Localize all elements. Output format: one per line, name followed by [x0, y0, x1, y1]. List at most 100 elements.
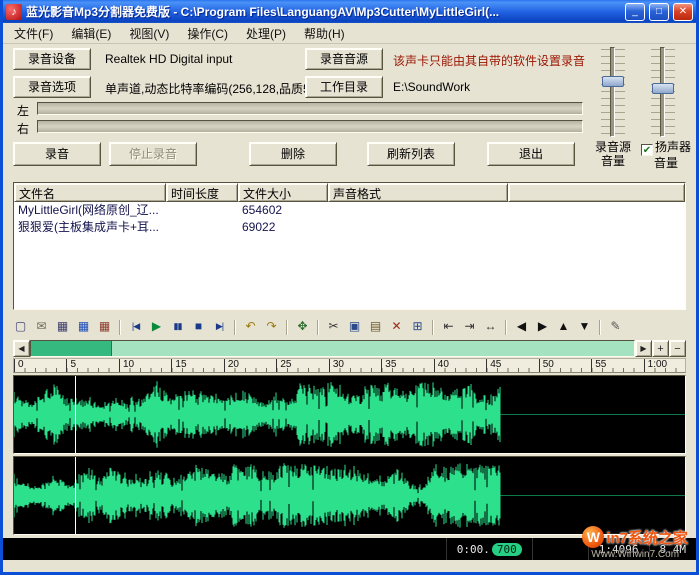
seek-end-icon[interactable]: ▶| [210, 318, 229, 336]
toolbar-separator [234, 320, 236, 335]
menu-item-edit[interactable]: 编辑(E) [62, 23, 120, 44]
title-bar[interactable]: ♪ 蓝光影音Mp3分割器免费版 - C:\Program Files\Langu… [3, 0, 696, 23]
cell-size: 69022 [238, 219, 328, 236]
redo-icon[interactable]: ↷ [262, 318, 281, 336]
play-icon[interactable]: ▶ [147, 318, 166, 336]
waveform-left-channel[interactable] [13, 375, 686, 454]
scrollbar-track[interactable] [30, 340, 635, 357]
selection-range-icon[interactable]: ↔ [481, 318, 500, 336]
scrollbar-left-arrow[interactable]: ◀ [13, 340, 30, 357]
status-spacer-2 [533, 538, 589, 560]
cell-size: 654602 [238, 202, 328, 219]
time-ruler[interactable]: 05101520253035404550551:00 [13, 358, 686, 373]
seek-start-icon[interactable]: |◀ [126, 318, 145, 336]
ruler-label: 50 [539, 359, 554, 372]
cut-icon[interactable]: ✂ [324, 318, 343, 336]
mix-paste-icon[interactable]: ⊞ [408, 318, 427, 336]
stop-icon[interactable]: ■ [189, 318, 208, 336]
stop-record-button[interactable]: 停止录音 [109, 142, 197, 166]
ruler-label: 0 [14, 359, 24, 372]
delete-button[interactable]: 删除 [249, 142, 337, 166]
column-header-1[interactable]: 时间长度 [166, 183, 238, 202]
waveform-right-channel[interactable] [13, 456, 686, 535]
status-position-highlight: 700 [492, 543, 522, 556]
paste-icon[interactable]: ▤ [366, 318, 385, 336]
ruler-label: 10 [119, 359, 134, 372]
new-file-icon[interactable]: ▢ [11, 318, 30, 336]
record-volume-thumb[interactable] [602, 76, 624, 87]
watermark: W in7系统之家 Www.Winwin7.Com [582, 526, 688, 560]
right-level-meter [37, 120, 583, 133]
toolbar-separator [286, 320, 288, 335]
zoom-out-icon[interactable]: ▼ [575, 318, 594, 336]
zoom-minus-button[interactable]: − [669, 340, 686, 357]
toolbar-separator [432, 320, 434, 335]
record-button[interactable]: 录音 [13, 142, 101, 166]
edit-tool-icon[interactable]: ✎ [606, 318, 625, 336]
save-selection-icon[interactable]: ▦ [95, 318, 114, 336]
scroll-left-icon[interactable]: ◀ [512, 318, 531, 336]
file-table-header: 文件名时间长度文件大小声音格式 [14, 183, 685, 202]
window-title: 蓝光影音Mp3分割器免费版 - C:\Program Files\Languan… [26, 3, 621, 20]
delete-selection-icon[interactable]: ✕ [387, 318, 406, 336]
left-level-meter [37, 102, 583, 115]
menu-item-view[interactable]: 视图(V) [120, 23, 178, 44]
speaker-volume-label: ✔扬声器 音量 [637, 140, 695, 170]
record-source-button[interactable]: 录音音源 [305, 48, 383, 70]
save-as-icon[interactable]: ▦ [74, 318, 93, 336]
right-channel-label: 右 [17, 120, 29, 137]
app-icon: ♪ [6, 4, 22, 20]
cell-format [328, 202, 508, 219]
ruler-minor-ticks [14, 368, 685, 372]
menu-item-help[interactable]: 帮助(H) [295, 23, 354, 44]
record-volume-slider[interactable] [600, 47, 626, 137]
mark-end-icon[interactable]: ⇥ [460, 318, 479, 336]
zoom-plus-button[interactable]: + [652, 340, 669, 357]
close-button[interactable]: ✕ [673, 3, 693, 21]
record-options-button[interactable]: 录音选项 [13, 76, 91, 98]
scrollbar-right-arrow[interactable]: ▶ [635, 340, 652, 357]
table-row[interactable]: 狠狠爱(主板集成声卡+耳...69022 [14, 219, 685, 236]
record-source-value: 该声卡只能由其自带的软件设置录音 [393, 52, 585, 69]
slider-groove [610, 47, 615, 137]
watermark-logo-icon: W [582, 526, 604, 548]
minimize-button[interactable]: _ [625, 3, 645, 21]
watermark-url: Www.Winwin7.Com [582, 549, 688, 560]
pause-icon[interactable]: ▮▮ [168, 318, 187, 336]
export-mail-icon[interactable]: ✉ [32, 318, 51, 336]
refresh-list-button[interactable]: 刷新列表 [367, 142, 455, 166]
save-icon[interactable]: ▦ [53, 318, 72, 336]
table-row[interactable]: MyLittleGirl(网络原创_辽...654602 [14, 202, 685, 219]
column-header-0[interactable]: 文件名 [14, 183, 166, 202]
copy-icon[interactable]: ▣ [345, 318, 364, 336]
cell-format [328, 219, 508, 236]
status-spacer [3, 538, 447, 560]
maximize-button[interactable]: □ [649, 3, 669, 21]
mark-start-icon[interactable]: ⇤ [439, 318, 458, 336]
speaker-volume-thumb[interactable] [652, 83, 674, 94]
undo-icon[interactable]: ↶ [241, 318, 260, 336]
menu-item-process[interactable]: 处理(P) [237, 23, 295, 44]
column-header-2[interactable]: 文件大小 [238, 183, 328, 202]
column-header-3[interactable]: 声音格式 [328, 183, 508, 202]
record-device-button[interactable]: 录音设备 [13, 48, 91, 70]
toolbar-separator [599, 320, 601, 335]
exit-button[interactable]: 退出 [487, 142, 575, 166]
workdir-button[interactable]: 工作目录 [305, 76, 383, 98]
recorder-panel: 录音设备 Realtek HD Digital input 录音音源 该声卡只能… [3, 44, 696, 182]
menu-item-file[interactable]: 文件(F) [5, 23, 62, 44]
watermark-title: in7系统之家 [606, 527, 688, 548]
speaker-checkbox[interactable]: ✔ [641, 144, 653, 156]
playback-cursor [75, 457, 76, 534]
speaker-volume-slider[interactable] [650, 47, 676, 137]
app-window: ♪ 蓝光影音Mp3分割器免费版 - C:\Program Files\Langu… [0, 0, 699, 575]
waveform-scrollbar: ◀ ▶ + − [13, 340, 686, 357]
menu-item-operate[interactable]: 操作(C) [178, 23, 237, 44]
hand-tool-icon[interactable]: ✥ [293, 318, 312, 336]
record-volume-label-line1: 录音源 [589, 140, 637, 154]
cell-duration [166, 202, 238, 219]
zoom-in-icon[interactable]: ▲ [554, 318, 573, 336]
ruler-label: 5 [66, 359, 76, 372]
scrollbar-thumb[interactable] [31, 341, 112, 356]
scroll-right-icon[interactable]: ▶ [533, 318, 552, 336]
